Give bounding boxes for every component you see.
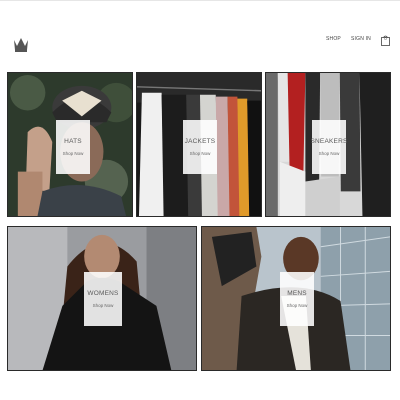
category-tile-jackets[interactable]: JACKETS Shop Now [136,72,262,217]
shopping-bag-icon[interactable]: 0 [381,33,390,46]
header-nav: SHOP SIGN IN 0 [326,33,390,46]
category-label-box: MENS Shop Now [280,272,314,326]
shop-now-link[interactable]: Shop Now [190,151,211,156]
cart-count: 0 [384,36,387,41]
category-title: MENS [287,290,307,297]
crown-icon[interactable] [12,32,30,54]
top-divider [0,0,400,1]
category-title: JACKETS [184,138,216,145]
category-label-box: JACKETS Shop Now [183,120,217,174]
category-title: SNEAKERS [310,138,348,145]
category-label-box: HATS Shop Now [56,120,90,174]
shop-now-link[interactable]: Shop Now [63,151,84,156]
category-title: WOMENS [87,290,119,297]
category-tile-mens[interactable]: MENS Shop Now [201,226,391,371]
category-tile-hats[interactable]: HATS Shop Now [7,72,133,217]
nav-sign-in-link[interactable]: SIGN IN [351,36,371,42]
category-label-box: SNEAKERS Shop Now [310,120,348,174]
shop-now-link[interactable]: Shop Now [319,151,340,156]
category-label-box: WOMENS Shop Now [84,272,122,326]
category-tile-womens[interactable]: WOMENS Shop Now [7,226,197,371]
shop-now-link[interactable]: Shop Now [287,303,308,308]
category-title: HATS [64,138,82,145]
shop-now-link[interactable]: Shop Now [93,303,114,308]
category-tile-sneakers[interactable]: SNEAKERS Shop Now [265,72,391,217]
nav-shop-link[interactable]: SHOP [326,36,341,42]
